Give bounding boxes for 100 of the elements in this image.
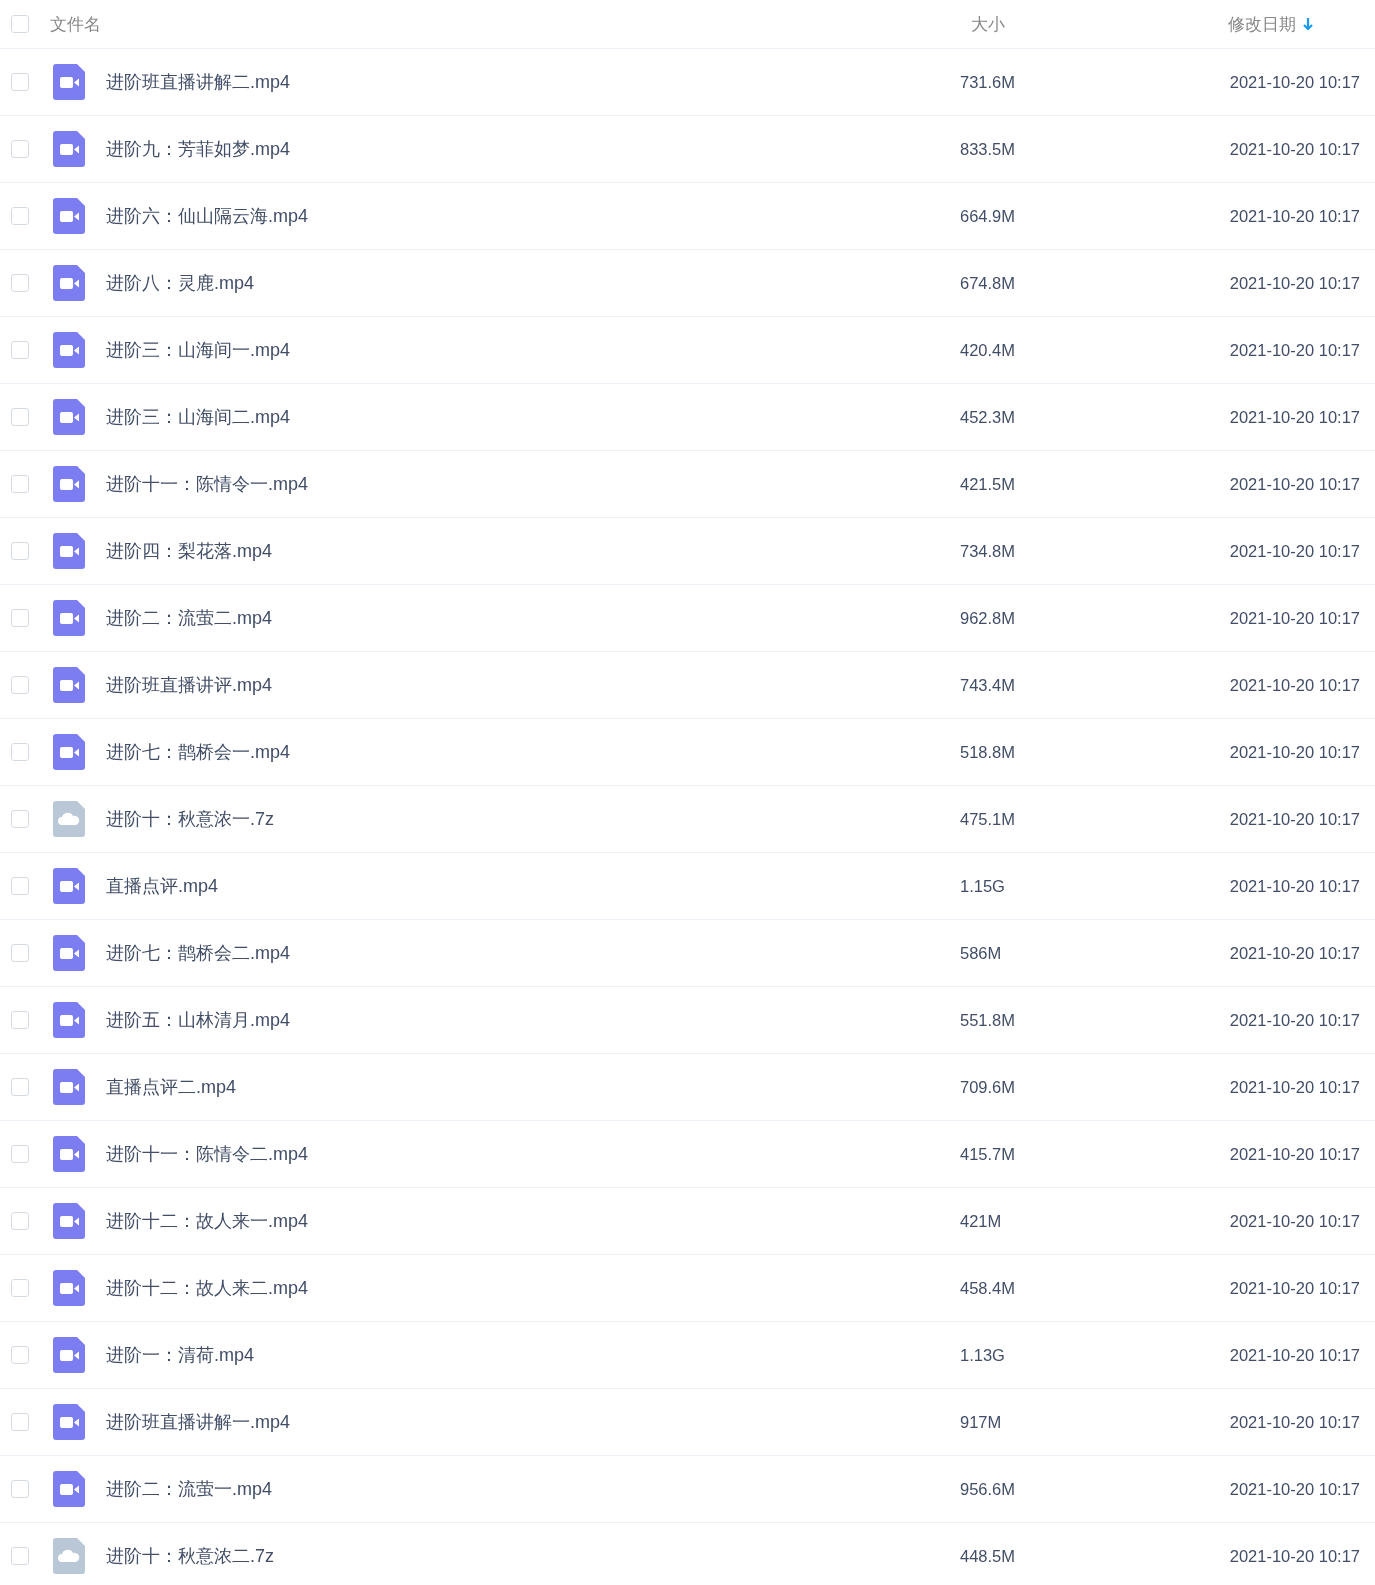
file-size: 1.13G <box>960 1345 1005 1365</box>
column-header[interactable]: 修改日期 <box>1228 12 1296 36</box>
file-size: 731.6M <box>960 72 1016 92</box>
file-size: 415.7M <box>960 1144 1016 1164</box>
file-name[interactable]: 进阶十：秋意浓二.7z <box>106 1544 274 1568</box>
modified-date: 2021-10-20 10:17 <box>1229 742 1360 762</box>
file-size: 421M <box>960 1211 1002 1231</box>
column-header[interactable]: 文件名 <box>50 12 101 36</box>
file-size: 421.5M <box>960 474 1016 494</box>
video-file-icon <box>53 667 85 703</box>
file-size: 734.8M <box>960 541 1016 561</box>
checkbox[interactable] <box>11 1279 29 1297</box>
video-file-icon <box>53 1270 85 1306</box>
file-name[interactable]: 进阶一：清荷.mp4 <box>106 1343 255 1367</box>
checkbox[interactable] <box>11 408 29 426</box>
modified-date: 2021-10-20 10:17 <box>1229 139 1360 159</box>
modified-date: 2021-10-20 10:17 <box>1229 1345 1360 1365</box>
checkbox[interactable] <box>11 1145 29 1163</box>
modified-date: 2021-10-20 10:17 <box>1229 206 1360 226</box>
file-name[interactable]: 进阶七：鹊桥会一.mp4 <box>106 740 291 764</box>
checkbox[interactable] <box>11 1346 29 1364</box>
checkbox[interactable] <box>11 877 29 895</box>
checkbox[interactable] <box>11 1547 29 1565</box>
video-file-icon <box>53 1069 85 1105</box>
file-name[interactable]: 进阶三：山海间一.mp4 <box>106 338 291 362</box>
modified-date: 2021-10-20 10:17 <box>1229 1278 1360 1298</box>
checkbox[interactable] <box>11 140 29 158</box>
checkbox[interactable] <box>11 274 29 292</box>
video-file-icon <box>53 734 85 770</box>
video-file-icon <box>53 1002 85 1038</box>
checkbox[interactable] <box>11 475 29 493</box>
file-name[interactable]: 进阶十：秋意浓一.7z <box>106 807 274 831</box>
file-name[interactable]: 进阶班直播讲解一.mp4 <box>106 1410 291 1434</box>
file-name[interactable]: 进阶班直播讲评.mp4 <box>106 673 273 697</box>
file-size: 551.8M <box>960 1010 1016 1030</box>
file-name[interactable]: 进阶五：山林清月.mp4 <box>106 1008 291 1032</box>
file-size: 917M <box>960 1412 1002 1432</box>
checkbox[interactable] <box>11 207 29 225</box>
file-name[interactable]: 直播点评.mp4 <box>106 874 219 898</box>
cloud-file-icon <box>53 1538 85 1574</box>
checkbox[interactable] <box>11 609 29 627</box>
modified-date: 2021-10-20 10:17 <box>1229 72 1360 92</box>
checkbox[interactable] <box>11 542 29 560</box>
file-name[interactable]: 进阶二：流萤二.mp4 <box>106 606 273 630</box>
cloud-file-icon <box>53 801 85 837</box>
video-file-icon <box>53 399 85 435</box>
video-file-icon <box>53 1337 85 1373</box>
modified-date: 2021-10-20 10:17 <box>1229 1010 1360 1030</box>
file-name[interactable]: 进阶八：灵鹿.mp4 <box>106 271 255 295</box>
file-name[interactable]: 进阶十二：故人来二.mp4 <box>106 1276 309 1300</box>
file-name[interactable]: 进阶七：鹊桥会二.mp4 <box>106 941 291 965</box>
file-name[interactable]: 进阶四：梨花落.mp4 <box>106 539 273 563</box>
checkbox[interactable] <box>11 810 29 828</box>
checkbox[interactable] <box>11 1413 29 1431</box>
checkbox[interactable] <box>11 73 29 91</box>
file-name[interactable]: 进阶十二：故人来一.mp4 <box>106 1209 309 1233</box>
file-size: 833.5M <box>960 139 1016 159</box>
file-size: 452.3M <box>960 407 1016 427</box>
checkbox[interactable] <box>11 341 29 359</box>
file-name[interactable]: 进阶三：山海间二.mp4 <box>106 405 291 429</box>
file-name[interactable]: 进阶二：流萤一.mp4 <box>106 1477 273 1501</box>
file-name[interactable]: 进阶十一：陈情令二.mp4 <box>106 1142 309 1166</box>
modified-date: 2021-10-20 10:17 <box>1229 273 1360 293</box>
modified-date: 2021-10-20 10:17 <box>1229 675 1360 695</box>
file-size: 956.6M <box>960 1479 1016 1499</box>
checkbox[interactable] <box>11 1011 29 1029</box>
video-file-icon <box>53 332 85 368</box>
modified-date: 2021-10-20 10:17 <box>1229 407 1360 427</box>
file-size: 743.4M <box>960 675 1016 695</box>
file-size: 962.8M <box>960 608 1016 628</box>
checkbox[interactable] <box>11 944 29 962</box>
modified-date: 2021-10-20 10:17 <box>1229 943 1360 963</box>
video-file-icon <box>53 64 85 100</box>
file-size: 420.4M <box>960 340 1016 360</box>
sort-down-arrow-icon[interactable] <box>1302 17 1314 31</box>
file-name[interactable]: 进阶十一：陈情令一.mp4 <box>106 472 309 496</box>
checkbox[interactable] <box>11 1480 29 1498</box>
video-file-icon <box>53 1471 85 1507</box>
file-name[interactable]: 进阶班直播讲解二.mp4 <box>106 70 291 94</box>
file-name[interactable]: 进阶六：仙山隔云海.mp4 <box>106 204 309 228</box>
video-file-icon <box>53 600 85 636</box>
modified-date: 2021-10-20 10:17 <box>1229 1479 1360 1499</box>
video-file-icon <box>53 265 85 301</box>
file-size: 475.1M <box>960 809 1016 829</box>
video-file-icon <box>53 131 85 167</box>
checkbox[interactable] <box>11 676 29 694</box>
checkbox[interactable] <box>11 1078 29 1096</box>
video-file-icon <box>53 466 85 502</box>
file-name[interactable]: 直播点评二.mp4 <box>106 1075 237 1099</box>
modified-date: 2021-10-20 10:17 <box>1229 1144 1360 1164</box>
modified-date: 2021-10-20 10:17 <box>1229 1546 1360 1566</box>
column-header[interactable]: 大小 <box>971 12 1005 36</box>
checkbox[interactable] <box>11 743 29 761</box>
checkbox[interactable] <box>11 1212 29 1230</box>
video-file-icon <box>53 198 85 234</box>
modified-date: 2021-10-20 10:17 <box>1229 876 1360 896</box>
file-size: 448.5M <box>960 1546 1016 1566</box>
checkbox[interactable] <box>11 15 29 33</box>
video-file-icon <box>53 868 85 904</box>
file-name[interactable]: 进阶九：芳菲如梦.mp4 <box>106 137 291 161</box>
